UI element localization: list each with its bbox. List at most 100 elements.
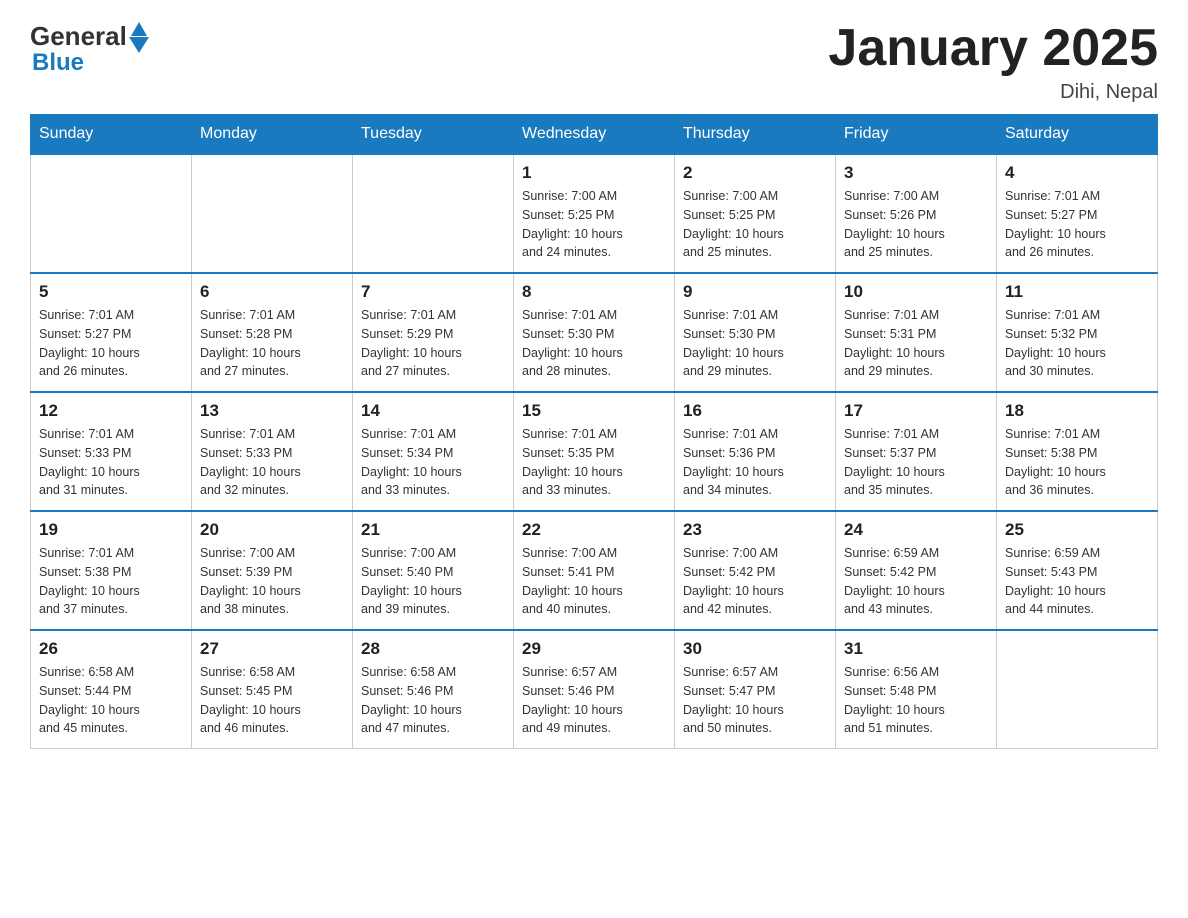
- calendar-cell: 7 Sunrise: 7:01 AM Sunset: 5:29 PM Daylig…: [353, 273, 514, 392]
- day-number: 10: [844, 282, 988, 302]
- calendar-cell: 23Sunrise: 7:00 AM Sunset: 5:42 PM Dayli…: [675, 511, 836, 630]
- day-info: Sunrise: 7:01 AM Sunset: 5:27 PM Dayligh…: [39, 306, 183, 381]
- title-section: January 2025 Dihi, Nepal: [828, 20, 1158, 104]
- day-info: Sunrise: 7:01 AM Sunset: 5:30 PM Dayligh…: [522, 306, 666, 381]
- day-info: Sunrise: 7:00 AM Sunset: 5:25 PM Dayligh…: [522, 187, 666, 262]
- day-number: 14: [361, 401, 505, 421]
- calendar-cell: 22 Sunrise: 7:00 AM Sunset: 5:41 PM Dayli…: [514, 511, 675, 630]
- calendar-body: 1Sunrise: 7:00 AM Sunset: 5:25 PM Daylig…: [31, 154, 1158, 749]
- calendar-cell: 15 Sunrise: 7:01 AM Sunset: 5:35 PM Dayli…: [514, 392, 675, 511]
- calendar-cell: 6 Sunrise: 7:01 AM Sunset: 5:28 PM Daylig…: [192, 273, 353, 392]
- day-info: Sunrise: 7:00 AM Sunset: 5:25 PM Dayligh…: [683, 187, 827, 262]
- day-info: Sunrise: 7:01 AM Sunset: 5:28 PM Dayligh…: [200, 306, 344, 381]
- calendar-cell: 1Sunrise: 7:00 AM Sunset: 5:25 PM Daylig…: [514, 154, 675, 273]
- day-info: Sunrise: 7:01 AM Sunset: 5:38 PM Dayligh…: [39, 544, 183, 619]
- day-number: 19: [39, 520, 183, 540]
- calendar-week-3: 12 Sunrise: 7:01 AM Sunset: 5:33 PM Dayli…: [31, 392, 1158, 511]
- day-info: Sunrise: 7:01 AM Sunset: 5:31 PM Dayligh…: [844, 306, 988, 381]
- weekday-header-tuesday: Tuesday: [353, 115, 514, 155]
- calendar-week-4: 19 Sunrise: 7:01 AM Sunset: 5:38 PM Dayli…: [31, 511, 1158, 630]
- day-info: Sunrise: 6:58 AM Sunset: 5:44 PM Dayligh…: [39, 663, 183, 738]
- day-number: 22: [522, 520, 666, 540]
- calendar-cell: 19 Sunrise: 7:01 AM Sunset: 5:38 PM Dayli…: [31, 511, 192, 630]
- day-info: Sunrise: 7:01 AM Sunset: 5:38 PM Dayligh…: [1005, 425, 1149, 500]
- weekday-header-monday: Monday: [192, 115, 353, 155]
- calendar-cell: 21Sunrise: 7:00 AM Sunset: 5:40 PM Dayli…: [353, 511, 514, 630]
- calendar-cell: 31 Sunrise: 6:56 AM Sunset: 5:48 PM Dayli…: [836, 630, 997, 749]
- calendar-cell: 16 Sunrise: 7:01 AM Sunset: 5:36 PM Dayli…: [675, 392, 836, 511]
- calendar-cell: 4Sunrise: 7:01 AM Sunset: 5:27 PM Daylig…: [997, 154, 1158, 273]
- calendar-cell: [353, 154, 514, 273]
- day-info: Sunrise: 7:01 AM Sunset: 5:32 PM Dayligh…: [1005, 306, 1149, 381]
- logo-text-general: General: [30, 21, 127, 52]
- day-info: Sunrise: 7:00 AM Sunset: 5:39 PM Dayligh…: [200, 544, 344, 619]
- day-number: 17: [844, 401, 988, 421]
- day-info: Sunrise: 7:01 AM Sunset: 5:29 PM Dayligh…: [361, 306, 505, 381]
- day-number: 16: [683, 401, 827, 421]
- calendar-cell: 2 Sunrise: 7:00 AM Sunset: 5:25 PM Daylig…: [675, 154, 836, 273]
- calendar-week-1: 1Sunrise: 7:00 AM Sunset: 5:25 PM Daylig…: [31, 154, 1158, 273]
- day-info: Sunrise: 7:01 AM Sunset: 5:33 PM Dayligh…: [39, 425, 183, 500]
- calendar-cell: 29Sunrise: 6:57 AM Sunset: 5:46 PM Dayli…: [514, 630, 675, 749]
- calendar-cell: 8 Sunrise: 7:01 AM Sunset: 5:30 PM Daylig…: [514, 273, 675, 392]
- day-info: Sunrise: 7:01 AM Sunset: 5:30 PM Dayligh…: [683, 306, 827, 381]
- calendar-cell: 27Sunrise: 6:58 AM Sunset: 5:45 PM Dayli…: [192, 630, 353, 749]
- day-number: 12: [39, 401, 183, 421]
- calendar-cell: 13 Sunrise: 7:01 AM Sunset: 5:33 PM Dayli…: [192, 392, 353, 511]
- day-info: Sunrise: 7:01 AM Sunset: 5:37 PM Dayligh…: [844, 425, 988, 500]
- calendar-subtitle: Dihi, Nepal: [828, 81, 1158, 104]
- calendar-cell: 17 Sunrise: 7:01 AM Sunset: 5:37 PM Dayli…: [836, 392, 997, 511]
- weekday-header-saturday: Saturday: [997, 115, 1158, 155]
- day-info: Sunrise: 6:58 AM Sunset: 5:46 PM Dayligh…: [361, 663, 505, 738]
- calendar-header: SundayMondayTuesdayWednesdayThursdayFrid…: [31, 115, 1158, 155]
- day-info: Sunrise: 7:00 AM Sunset: 5:41 PM Dayligh…: [522, 544, 666, 619]
- day-number: 8: [522, 282, 666, 302]
- day-number: 31: [844, 639, 988, 659]
- calendar-cell: 18Sunrise: 7:01 AM Sunset: 5:38 PM Dayli…: [997, 392, 1158, 511]
- day-info: Sunrise: 6:59 AM Sunset: 5:43 PM Dayligh…: [1005, 544, 1149, 619]
- day-number: 28: [361, 639, 505, 659]
- day-number: 13: [200, 401, 344, 421]
- calendar-cell: 30 Sunrise: 6:57 AM Sunset: 5:47 PM Dayli…: [675, 630, 836, 749]
- day-number: 24: [844, 520, 988, 540]
- calendar-table: SundayMondayTuesdayWednesdayThursdayFrid…: [30, 114, 1158, 749]
- calendar-title: January 2025: [828, 20, 1158, 77]
- day-info: Sunrise: 6:57 AM Sunset: 5:46 PM Dayligh…: [522, 663, 666, 738]
- day-number: 30: [683, 639, 827, 659]
- calendar-cell: 9 Sunrise: 7:01 AM Sunset: 5:30 PM Daylig…: [675, 273, 836, 392]
- day-number: 7: [361, 282, 505, 302]
- day-info: Sunrise: 6:58 AM Sunset: 5:45 PM Dayligh…: [200, 663, 344, 738]
- day-info: Sunrise: 7:01 AM Sunset: 5:34 PM Dayligh…: [361, 425, 505, 500]
- calendar-week-5: 26 Sunrise: 6:58 AM Sunset: 5:44 PM Dayli…: [31, 630, 1158, 749]
- day-info: Sunrise: 7:01 AM Sunset: 5:33 PM Dayligh…: [200, 425, 344, 500]
- calendar-week-2: 5 Sunrise: 7:01 AM Sunset: 5:27 PM Daylig…: [31, 273, 1158, 392]
- logo-text-blue: Blue: [32, 49, 84, 77]
- calendar-cell: 20 Sunrise: 7:00 AM Sunset: 5:39 PM Dayli…: [192, 511, 353, 630]
- calendar-cell: 14 Sunrise: 7:01 AM Sunset: 5:34 PM Dayli…: [353, 392, 514, 511]
- day-info: Sunrise: 7:01 AM Sunset: 5:27 PM Dayligh…: [1005, 187, 1149, 262]
- calendar-cell: [997, 630, 1158, 749]
- calendar-cell: 10 Sunrise: 7:01 AM Sunset: 5:31 PM Dayli…: [836, 273, 997, 392]
- day-info: Sunrise: 6:56 AM Sunset: 5:48 PM Dayligh…: [844, 663, 988, 738]
- weekday-header-wednesday: Wednesday: [514, 115, 675, 155]
- day-number: 5: [39, 282, 183, 302]
- calendar-cell: 3Sunrise: 7:00 AM Sunset: 5:26 PM Daylig…: [836, 154, 997, 273]
- calendar-cell: 11Sunrise: 7:01 AM Sunset: 5:32 PM Dayli…: [997, 273, 1158, 392]
- day-number: 6: [200, 282, 344, 302]
- weekday-header-friday: Friday: [836, 115, 997, 155]
- day-number: 26: [39, 639, 183, 659]
- day-number: 21: [361, 520, 505, 540]
- day-number: 20: [200, 520, 344, 540]
- day-info: Sunrise: 7:01 AM Sunset: 5:36 PM Dayligh…: [683, 425, 827, 500]
- calendar-cell: 26 Sunrise: 6:58 AM Sunset: 5:44 PM Dayli…: [31, 630, 192, 749]
- day-number: 23: [683, 520, 827, 540]
- calendar-cell: 5 Sunrise: 7:01 AM Sunset: 5:27 PM Daylig…: [31, 273, 192, 392]
- day-number: 15: [522, 401, 666, 421]
- day-info: Sunrise: 6:59 AM Sunset: 5:42 PM Dayligh…: [844, 544, 988, 619]
- day-number: 9: [683, 282, 827, 302]
- calendar-cell: 25Sunrise: 6:59 AM Sunset: 5:43 PM Dayli…: [997, 511, 1158, 630]
- day-number: 2: [683, 163, 827, 183]
- calendar-cell: 24 Sunrise: 6:59 AM Sunset: 5:42 PM Dayli…: [836, 511, 997, 630]
- day-info: Sunrise: 7:01 AM Sunset: 5:35 PM Dayligh…: [522, 425, 666, 500]
- day-info: Sunrise: 6:57 AM Sunset: 5:47 PM Dayligh…: [683, 663, 827, 738]
